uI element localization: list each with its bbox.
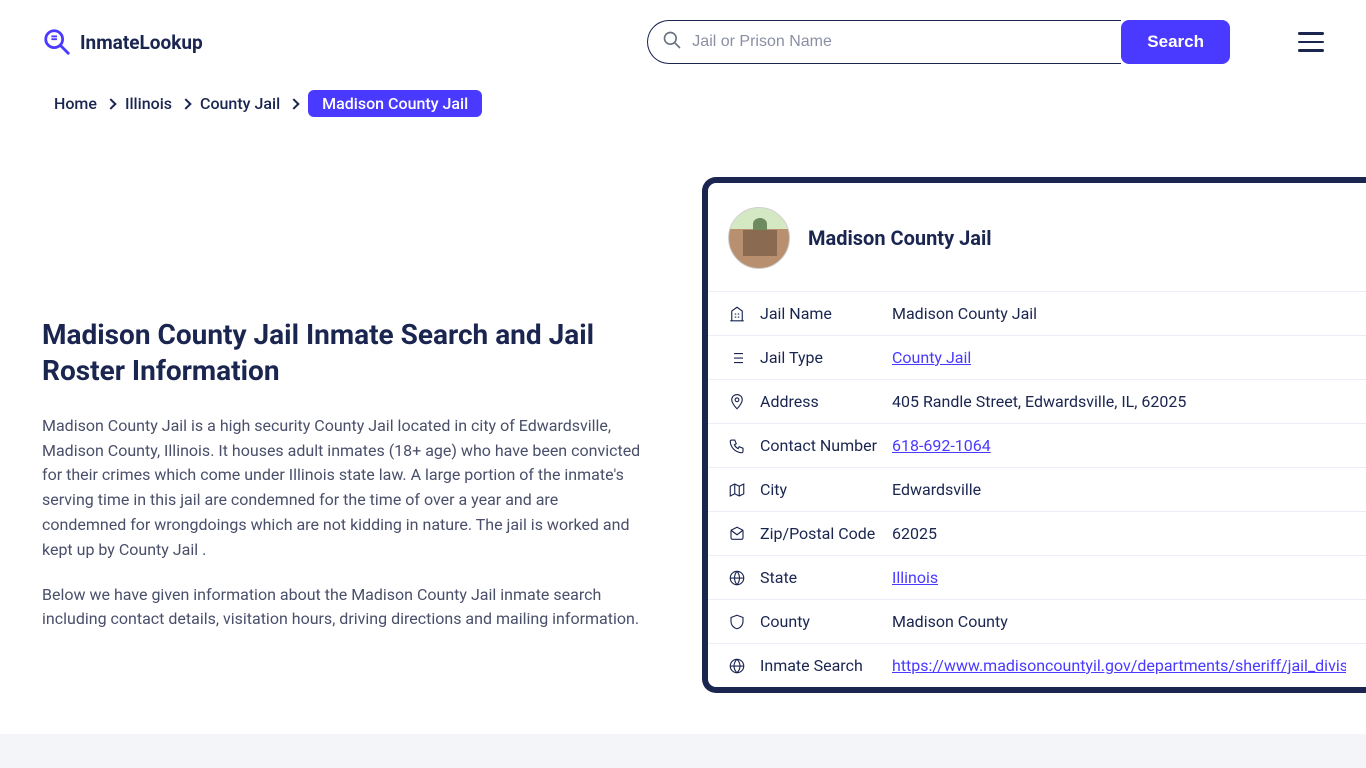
info-label: Contact Number <box>760 436 878 455</box>
card-header: Madison County Jail <box>708 183 1366 291</box>
pin-icon <box>728 393 746 411</box>
info-value-link[interactable]: County Jail <box>892 348 971 367</box>
search-input[interactable] <box>692 33 1107 51</box>
info-row: State Illinois <box>708 555 1366 599</box>
building-icon <box>728 305 746 323</box>
info-value: Madison County Jail <box>892 304 1037 323</box>
footer-bar <box>0 734 1366 768</box>
info-value: 62025 <box>892 524 937 543</box>
info-card: Madison County Jail Jail Name Madison Cou… <box>702 177 1366 693</box>
header: InmateLookup Search <box>0 0 1366 84</box>
chevron-right-icon <box>180 98 191 109</box>
info-value-link[interactable]: Illinois <box>892 568 938 587</box>
shield-icon <box>728 613 746 631</box>
article-paragraph: Madison County Jail is a high security C… <box>42 414 642 563</box>
logo[interactable]: InmateLookup <box>42 27 203 57</box>
phone-icon <box>728 437 746 455</box>
search-button[interactable]: Search <box>1121 20 1230 64</box>
article-paragraph: Below we have given information about th… <box>42 583 642 633</box>
info-value-link[interactable]: 618-692-1064 <box>892 436 991 455</box>
menu-button[interactable] <box>1298 32 1324 52</box>
chevron-right-icon <box>288 98 299 109</box>
info-value: Madison County <box>892 612 1008 631</box>
info-value: 405 Randle Street, Edwardsville, IL, 620… <box>892 392 1186 411</box>
info-label: Jail Type <box>760 348 878 367</box>
info-row: City Edwardsville <box>708 467 1366 511</box>
jail-avatar <box>728 207 790 269</box>
main-content: Madison County Jail Inmate Search and Ja… <box>0 177 1366 693</box>
info-label: State <box>760 568 878 587</box>
list-icon <box>728 349 746 367</box>
page-title: Madison County Jail Inmate Search and Ja… <box>42 317 642 390</box>
search-form: Search <box>647 20 1230 64</box>
mail-icon <box>728 525 746 543</box>
info-label: City <box>760 480 878 499</box>
breadcrumb-link-state[interactable]: Illinois <box>125 94 172 113</box>
breadcrumb-link-type[interactable]: County Jail <box>200 94 280 113</box>
info-row: Jail Name Madison County Jail <box>708 291 1366 335</box>
info-label: Inmate Search <box>760 656 878 675</box>
article: Madison County Jail Inmate Search and Ja… <box>42 177 642 693</box>
breadcrumb-current: Madison County Jail <box>308 90 482 117</box>
logo-icon <box>42 27 72 57</box>
info-row: Address 405 Randle Street, Edwardsville, … <box>708 379 1366 423</box>
info-row: Contact Number 618-692-1064 <box>708 423 1366 467</box>
map-icon <box>728 481 746 499</box>
info-row: County Madison County <box>708 599 1366 643</box>
info-label: Address <box>760 392 878 411</box>
info-label: Zip/Postal Code <box>760 524 878 543</box>
info-label: Jail Name <box>760 304 878 323</box>
web-icon <box>728 657 746 675</box>
search-box <box>647 20 1121 64</box>
breadcrumb: Home Illinois County Jail Madison County… <box>0 90 1366 127</box>
info-value-link[interactable]: https://www.madisoncountyil.gov/departme… <box>892 656 1346 675</box>
logo-text: InmateLookup <box>80 31 203 54</box>
globe-icon <box>728 569 746 587</box>
info-row: Zip/Postal Code 62025 <box>708 511 1366 555</box>
card-title: Madison County Jail <box>808 226 992 250</box>
search-icon <box>662 30 682 54</box>
info-row: Jail Type County Jail <box>708 335 1366 379</box>
chevron-right-icon <box>105 98 116 109</box>
info-label: County <box>760 612 878 631</box>
info-value: Edwardsville <box>892 480 981 499</box>
info-row: Inmate Search https://www.madisoncountyil… <box>708 643 1366 687</box>
breadcrumb-link-home[interactable]: Home <box>54 94 97 113</box>
